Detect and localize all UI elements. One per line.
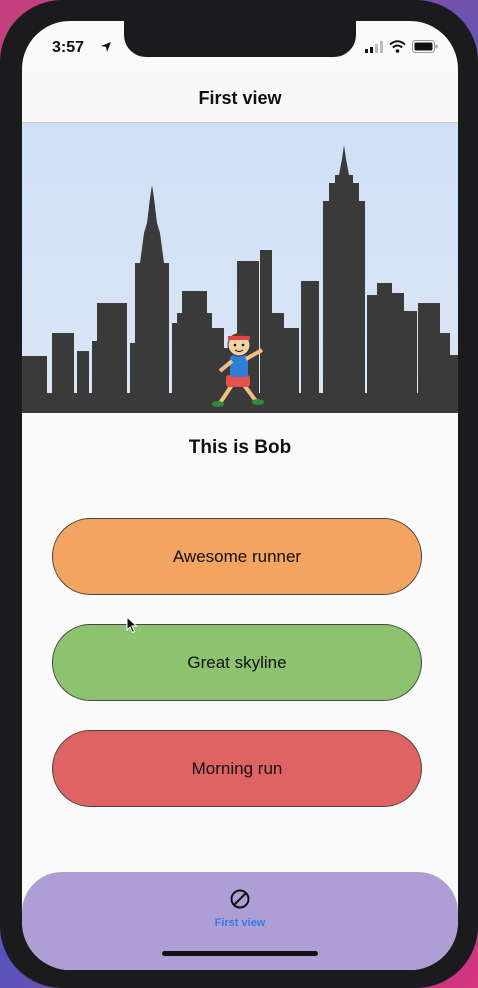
great-skyline-button[interactable]: Great skyline [52, 624, 422, 701]
subject-heading: This is Bob [188, 437, 292, 458]
navigation-bar: First view [22, 71, 458, 123]
mouse-cursor-icon [126, 616, 138, 634]
notch [124, 21, 356, 57]
awesome-runner-button[interactable]: Awesome runner [52, 518, 422, 595]
location-arrow-icon [100, 40, 112, 58]
home-indicator [162, 951, 318, 956]
tab-label: First view [214, 917, 266, 929]
device-frame: 3:57 First view This is Bob Awesome runn… [0, 0, 478, 988]
city-skyline-illustration [22, 145, 458, 413]
status-indicators [365, 40, 438, 58]
wifi-icon [389, 40, 406, 58]
circle-slash-icon [230, 889, 250, 909]
tab-first-view[interactable]: First view [190, 888, 290, 929]
morning-run-button[interactable]: Morning run [52, 730, 422, 807]
page-title: First view [198, 88, 282, 108]
signal-icon [365, 40, 383, 58]
app-screen: 3:57 First view This is Bob Awesome runn… [22, 21, 458, 970]
battery-icon [412, 40, 438, 58]
status-time: 3:57 [52, 39, 85, 56]
hero-image [22, 123, 458, 413]
